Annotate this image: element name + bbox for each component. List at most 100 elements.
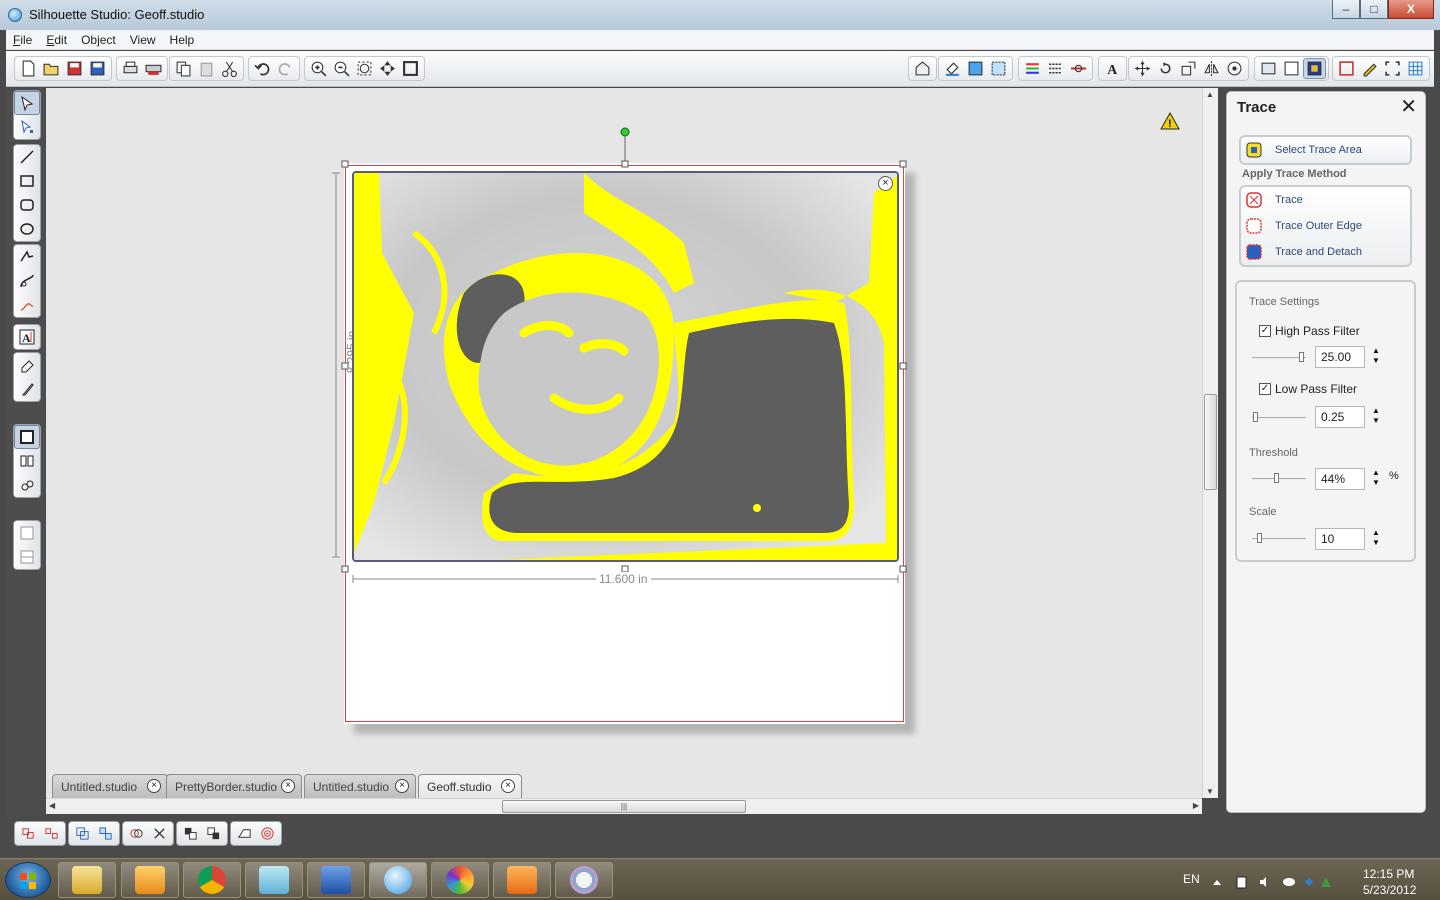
text-tool-icon[interactable]: A [14,325,40,349]
fill-gradient-icon[interactable] [964,58,987,79]
knife-tool-icon[interactable] [14,377,40,401]
threshold-spinner-icon[interactable]: ▲ ▼ [1372,468,1380,488]
library-view-icon[interactable] [14,449,40,473]
high-pass-value-input[interactable]: 25.00 [1315,346,1365,368]
start-button[interactable] [5,862,51,898]
redo-icon[interactable] [274,58,297,79]
trace-and-detach-button[interactable]: Trace and Detach [1241,239,1410,265]
word-taskbar-button[interactable] [307,862,365,898]
menu-view[interactable]: View [123,33,163,47]
paint-taskbar-button[interactable] [555,862,613,898]
image-close-button[interactable]: × [878,176,893,191]
zoom-selected-icon[interactable] [353,58,376,79]
print-icon[interactable] [119,58,142,79]
tab-close-icon[interactable]: × [281,779,295,793]
rotate-icon[interactable] [1154,58,1177,79]
open-folder-icon[interactable] [40,58,63,79]
fill-color-icon[interactable] [941,58,964,79]
tab-close-icon[interactable]: × [395,779,409,793]
design-store-icon[interactable] [911,58,934,79]
low-pass-value-input[interactable]: 0.25 [1315,406,1365,428]
text-style-icon[interactable]: A [1101,58,1124,79]
store-view-icon[interactable] [14,473,40,497]
checkbox-checked-icon[interactable]: ✓ [1259,383,1271,395]
split-panel-icon[interactable] [14,545,40,569]
high-pass-spinner-icon[interactable]: ▲ ▼ [1372,346,1380,366]
media-player-taskbar-button[interactable] [493,862,551,898]
cut-style-icon[interactable] [1067,58,1090,79]
trace-panel-icon[interactable] [1303,58,1326,79]
clock-date[interactable]: 5/23/2012 [1363,883,1416,897]
weld-icon[interactable] [125,823,148,844]
save-to-library-icon[interactable] [86,58,109,79]
edit-points-tool-icon[interactable] [14,115,40,139]
horizontal-scroll-thumb[interactable]: ||| [502,800,746,813]
release-compound-path-icon[interactable] [94,823,117,844]
low-pass-filter-checkbox[interactable]: ✓ Low Pass Filter [1259,382,1357,396]
tab-geoff[interactable]: Geoff.studio × [418,774,522,798]
chrome-taskbar-button[interactable] [183,862,241,898]
picasa-taskbar-button[interactable] [431,862,489,898]
registration-marks-icon[interactable] [1335,58,1358,79]
scale-value-input[interactable]: 10 [1315,528,1365,550]
low-pass-slider[interactable] [1252,412,1306,422]
polygon-tool-icon[interactable] [14,245,40,269]
close-window-button[interactable]: X [1388,0,1434,19]
delete-icon[interactable] [148,823,171,844]
paste-icon[interactable] [195,58,218,79]
target-icon[interactable] [256,823,279,844]
outlook-taskbar-button[interactable] [121,862,179,898]
rectangle-tool-icon[interactable] [14,169,40,193]
trace-button[interactable]: Trace [1241,187,1410,213]
clock-time[interactable]: 12:15 PM [1363,867,1414,881]
tab-untitled-2[interactable]: Untitled.studio × [304,774,416,798]
bring-to-front-icon[interactable] [179,823,202,844]
notes-taskbar-button[interactable] [245,862,303,898]
rounded-rectangle-tool-icon[interactable] [14,193,40,217]
offset-icon[interactable] [233,823,256,844]
ungroup-icon[interactable] [40,823,63,844]
high-pass-filter-checkbox[interactable]: ✓ High Pass Filter [1259,324,1360,338]
trace-outer-edge-button[interactable]: Trace Outer Edge [1241,213,1410,239]
menu-edit[interactable]: Edit [39,33,74,47]
fill-pattern-icon[interactable] [987,58,1010,79]
silhouette-taskbar-button[interactable] [369,862,427,898]
system-tray-icons[interactable] [1212,875,1340,889]
curve-tool-icon[interactable] [14,269,40,293]
menu-help[interactable]: Help [163,33,202,47]
menu-file[interactable]: File [6,33,39,47]
scale-icon[interactable] [1177,58,1200,79]
line-color-icon[interactable] [1021,58,1044,79]
page-setup-icon[interactable] [1280,58,1303,79]
threshold-slider[interactable] [1252,473,1306,483]
library-icon[interactable] [1257,58,1280,79]
replicate-icon[interactable] [1223,58,1246,79]
fit-to-page-icon[interactable] [399,58,422,79]
tab-untitled-1[interactable]: Untitled.studio × [52,774,168,798]
vertical-scroll-thumb[interactable] [1204,394,1217,490]
low-pass-spinner-icon[interactable]: ▲ ▼ [1372,406,1380,426]
tab-close-icon[interactable]: × [147,779,161,793]
ellipse-tool-icon[interactable] [14,217,40,241]
single-panel-icon[interactable] [14,521,40,545]
tab-prettyborder[interactable]: PrettyBorder.studio × [166,774,302,798]
low-pass-slider-knob[interactable] [1252,412,1258,422]
warning-icon[interactable]: ! [1160,111,1180,130]
scale-spinner-icon[interactable]: ▲ ▼ [1372,528,1380,548]
save-icon[interactable] [63,58,86,79]
grid-settings-icon[interactable] [1404,58,1427,79]
send-to-cutter-icon[interactable] [142,58,165,79]
cut-settings-icon[interactable] [1381,58,1404,79]
make-compound-path-icon[interactable] [71,823,94,844]
tab-close-icon[interactable]: × [501,779,515,793]
zoom-in-icon[interactable] [307,58,330,79]
traced-photo-image[interactable] [352,171,899,562]
line-tool-icon[interactable] [14,145,40,169]
menu-object[interactable]: Object [74,33,123,47]
high-pass-slider[interactable] [1252,352,1306,362]
threshold-slider-knob[interactable] [1273,473,1279,483]
sketch-icon[interactable] [1358,58,1381,79]
move-icon[interactable] [1131,58,1154,79]
minimize-button[interactable]: – [1332,0,1360,19]
horizontal-scrollbar[interactable]: ◀ ||| ▶ [46,798,1202,814]
